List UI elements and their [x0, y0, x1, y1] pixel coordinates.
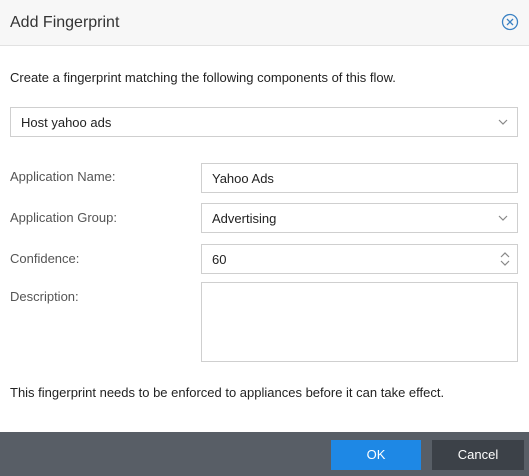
confidence-label: Confidence: — [10, 251, 80, 266]
application-name-input[interactable]: Yahoo Ads — [201, 163, 518, 193]
dialog-footer: OK Cancel — [0, 432, 529, 476]
chevron-down-icon — [498, 119, 508, 125]
dialog-titlebar: Add Fingerprint — [0, 0, 529, 46]
application-group-select[interactable]: Advertising — [201, 203, 518, 233]
ok-button[interactable]: OK — [331, 440, 421, 470]
flow-component-select[interactable]: Host yahoo ads — [10, 107, 518, 137]
chevron-down-icon — [498, 215, 508, 221]
confidence-input[interactable]: 60 — [201, 244, 518, 274]
add-fingerprint-dialog: Add Fingerprint Create a fingerprint mat… — [0, 0, 529, 476]
confidence-value: 60 — [212, 252, 227, 267]
flow-component-value: Host yahoo ads — [21, 115, 112, 130]
dialog-title: Add Fingerprint — [10, 14, 120, 31]
close-icon[interactable] — [501, 13, 519, 31]
application-group-value: Advertising — [212, 211, 277, 226]
application-group-label: Application Group: — [10, 210, 117, 225]
application-name-value: Yahoo Ads — [212, 171, 274, 186]
application-name-label: Application Name: — [10, 169, 116, 184]
intro-text: Create a fingerprint matching the follow… — [10, 70, 396, 85]
cancel-button[interactable]: Cancel — [432, 440, 524, 470]
description-textarea[interactable] — [201, 282, 518, 362]
enforce-note: This fingerprint needs to be enforced to… — [10, 385, 445, 400]
spinner-up-down-icon[interactable] — [499, 249, 511, 269]
description-label: Description: — [10, 289, 79, 304]
